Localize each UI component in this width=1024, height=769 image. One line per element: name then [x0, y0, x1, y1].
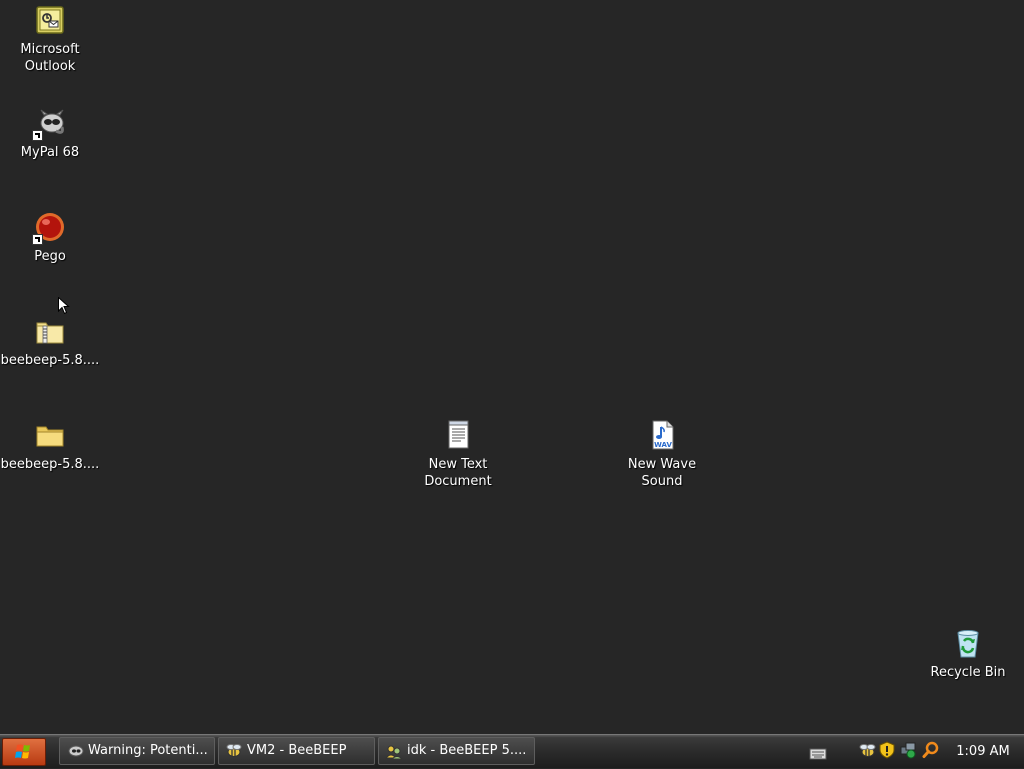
desktop-icon-label: New Text Document [424, 457, 492, 489]
desktop-icon-pego[interactable]: Pego [0, 211, 100, 265]
desktop-icon-label: Microsoft Outlook [20, 42, 80, 74]
desktop-icon-mypal-68[interactable]: MyPal 68 [0, 107, 100, 161]
desktop-icon-label: Pego [34, 249, 66, 264]
desktop-icon-label: beebeep-5.8.... [0, 353, 100, 368]
network-icon[interactable] [899, 741, 917, 759]
taskbar-button-label: Warning: Potenti... [88, 743, 208, 758]
clock[interactable]: 1:09 AM [948, 735, 1018, 768]
recycle-bin-icon [952, 627, 984, 659]
start-button[interactable] [2, 738, 46, 766]
search-icon[interactable] [922, 741, 940, 759]
beebeep-icon [226, 744, 242, 757]
windows-logo-icon [15, 744, 30, 759]
mouse-cursor-icon [58, 297, 70, 315]
text-document-icon [442, 419, 474, 451]
desktop-icon-recycle-bin[interactable]: Recycle Bin [918, 627, 1018, 681]
outlook-icon [34, 4, 66, 36]
keyboard-icon[interactable] [809, 744, 827, 762]
desktop-icon-beebeep-zip[interactable]: beebeep-5.8.... [0, 315, 100, 369]
taskbar-button-idk-beebeep[interactable]: idk - BeeBEEP 5.... [378, 737, 535, 765]
desktop-icon-label: Recycle Bin [930, 665, 1006, 680]
desktop-icon-label: beebeep-5.8.... [0, 457, 100, 472]
zip-folder-icon [34, 315, 66, 347]
taskbar-button-vm2-beebeep[interactable]: VM2 - BeeBEEP [218, 737, 375, 765]
security-shield-icon[interactable] [878, 741, 896, 759]
taskbar-button-warning[interactable]: Warning: Potenti... [59, 737, 215, 765]
desktop: Microsoft Outlook MyPal 68 Pego beebeep-… [0, 0, 1024, 734]
folder-icon [34, 419, 66, 451]
desktop-icon-new-text-document[interactable]: New Text Document [408, 419, 508, 490]
mypal-icon [32, 107, 66, 141]
mypal-icon [68, 745, 84, 757]
taskbar-button-label: VM2 - BeeBEEP [247, 743, 347, 758]
desktop-icon-label: MyPal 68 [20, 145, 80, 160]
desktop-icon-label: New Wave Sound [627, 457, 697, 489]
desktop-icon-new-wave-sound[interactable]: WAV New Wave Sound [612, 419, 712, 490]
pego-icon [32, 211, 66, 245]
shortcut-arrow-icon [32, 130, 43, 141]
beebeep-tray-icon[interactable] [858, 741, 876, 759]
desktop-icon-beebeep-folder[interactable]: beebeep-5.8.... [0, 419, 100, 473]
desktop-icon-microsoft-outlook[interactable]: Microsoft Outlook [0, 4, 100, 75]
beebeep-users-icon [385, 745, 403, 759]
svg-text:WAV: WAV [654, 441, 672, 449]
wav-file-icon: WAV [646, 419, 678, 451]
taskbar: Warning: Potenti... VM2 - BeeBEEP idk - … [0, 734, 1024, 768]
shortcut-arrow-icon [32, 234, 43, 245]
taskbar-button-label: idk - BeeBEEP 5.... [407, 743, 527, 758]
